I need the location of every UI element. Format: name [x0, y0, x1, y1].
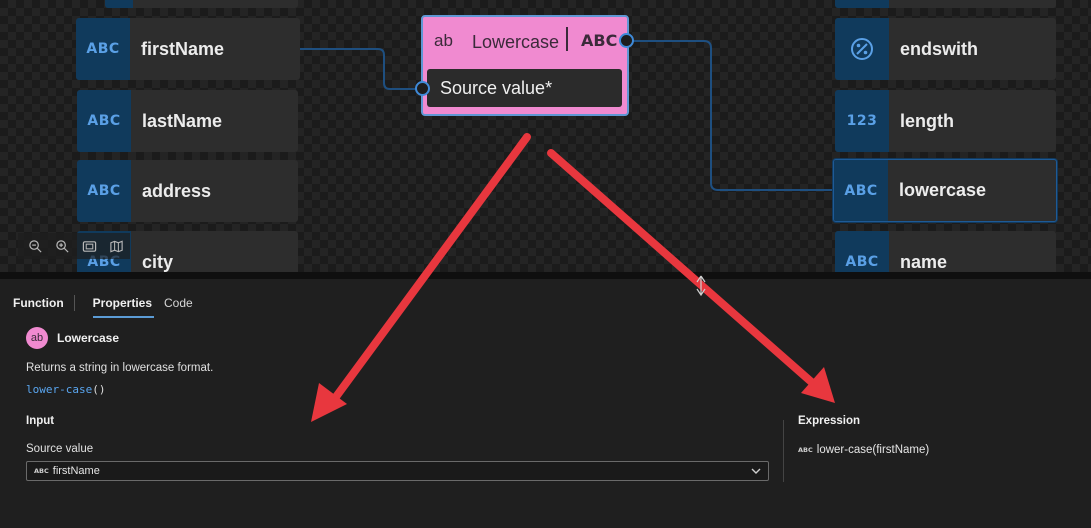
tab-separator: [73, 295, 75, 311]
source-field-address[interactable]: ABC address: [77, 160, 298, 222]
function-input-port[interactable]: [415, 81, 430, 96]
function-input-source-value[interactable]: Source value*: [427, 69, 622, 107]
expression-section-title: Expression: [798, 415, 860, 427]
function-input-type: ab: [434, 31, 453, 50]
source-field-lastname[interactable]: ABC lastName: [77, 90, 298, 152]
signature-parens: (): [92, 383, 106, 396]
signature-name: lower-case: [26, 383, 93, 396]
panel-resize-handle[interactable]: [0, 272, 1091, 279]
function-name: Lowercase: [57, 331, 120, 345]
function-node-title: Lowercase: [472, 32, 560, 52]
minimap-icon[interactable]: [105, 235, 127, 257]
expression-text: lower-case(firstName): [816, 444, 930, 456]
properties-panel: Function Properties Code ab Lowercase Re…: [0, 279, 1091, 528]
tab-properties[interactable]: Properties: [87, 292, 158, 318]
left-node-stub: [105, 0, 298, 8]
target-field-label: name: [900, 251, 948, 272]
function-signature: lower-case(): [26, 383, 105, 396]
source-field-label: lastName: [142, 110, 223, 131]
source-field-firstname[interactable]: ABC firstName: [76, 18, 300, 80]
string-type-icon: ABC: [798, 446, 813, 454]
function-description: Returns a string in lowercase format.: [26, 362, 214, 374]
expression-value: ABC lower-case(firstName): [798, 444, 929, 456]
zoom-in-icon[interactable]: [51, 235, 73, 257]
percent-icon: [835, 18, 889, 80]
target-field-label: endswith: [900, 38, 979, 59]
string-type-icon: ABC: [76, 18, 130, 80]
tab-code[interactable]: Code: [158, 292, 199, 314]
zoom-out-icon[interactable]: [24, 235, 46, 257]
string-type-icon: ABC: [77, 160, 131, 222]
string-type-icon: ABC: [834, 160, 888, 221]
string-type-icon: ABC: [835, 231, 889, 272]
string-type-icon: ABC: [34, 467, 49, 475]
source-field-label: city: [142, 251, 174, 272]
tab-function[interactable]: Function: [0, 292, 70, 314]
source-value-label: Source value: [26, 443, 94, 455]
canvas-zoom-controls: [18, 233, 130, 259]
number-type-icon: 123: [835, 90, 889, 152]
mapping-canvas[interactable]: ABC firstName ABC lastName ABC address A…: [0, 0, 1091, 272]
function-node-separator: [566, 27, 568, 51]
source-field-label: firstName: [141, 38, 225, 59]
function-return-type: ABC: [581, 31, 618, 50]
target-field-label: lowercase: [899, 180, 987, 200]
lowercase-function-node[interactable]: ab Lowercase ABC Source value*: [421, 15, 629, 116]
input-section-title: Input: [26, 415, 55, 427]
right-node-stub: [835, 0, 1056, 8]
panel-tabs: Function Properties Code: [0, 291, 199, 318]
source-value-dropdown[interactable]: ABC firstName: [26, 461, 769, 481]
chevron-down-icon: [751, 468, 761, 474]
fit-to-screen-icon[interactable]: [78, 235, 100, 257]
section-divider: [783, 420, 784, 482]
target-field-length[interactable]: 123 length: [835, 90, 1056, 152]
function-type-icon: ab: [26, 327, 48, 349]
string-type-icon: ABC: [77, 90, 131, 152]
function-output-port[interactable]: [619, 33, 634, 48]
function-node-header: ab Lowercase ABC: [423, 17, 627, 67]
function-header: ab Lowercase: [26, 327, 119, 349]
source-field-label: address: [142, 180, 212, 201]
target-field-label: length: [900, 110, 954, 131]
data-mapper-window: ABC firstName ABC lastName ABC address A…: [0, 0, 1091, 528]
target-field-endswith[interactable]: endswith: [835, 18, 1056, 80]
wire-firstname-to-source: [300, 48, 420, 90]
target-field-lowercase[interactable]: ABC lowercase: [833, 159, 1057, 222]
target-field-name[interactable]: ABC name: [835, 231, 1056, 272]
wire-lowercase-output: [630, 40, 833, 191]
source-value-selected: firstName: [52, 465, 100, 477]
